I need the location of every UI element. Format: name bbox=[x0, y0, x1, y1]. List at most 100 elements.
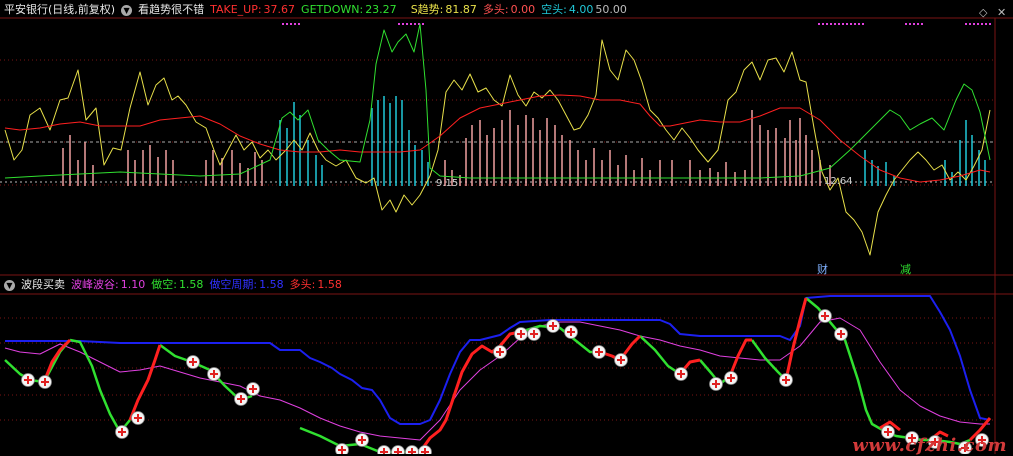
signal-dot bbox=[981, 23, 983, 25]
buy-signal-icon[interactable] bbox=[614, 353, 628, 367]
red-trend-line bbox=[4, 94, 991, 183]
buy-signal-icon[interactable] bbox=[818, 309, 832, 323]
signal-dot bbox=[846, 23, 848, 25]
buy-signal-icon[interactable] bbox=[391, 445, 405, 455]
signal-dot bbox=[410, 23, 412, 25]
buy-signal-icon[interactable] bbox=[405, 445, 419, 455]
close-icon[interactable]: ✕ bbox=[997, 6, 1006, 19]
signal-dot bbox=[858, 23, 860, 25]
buy-signal-icon[interactable] bbox=[418, 445, 432, 455]
s-trend-value: 81.87 bbox=[445, 3, 477, 16]
getdown-label: GETDOWN: bbox=[301, 3, 364, 16]
signal-dot bbox=[830, 23, 832, 25]
buy-signal-icon[interactable] bbox=[186, 355, 200, 369]
signal-dot bbox=[862, 23, 864, 25]
buy-signal-icon[interactable] bbox=[115, 425, 129, 439]
buy-signal-icon[interactable] bbox=[377, 445, 391, 455]
signal-dot bbox=[989, 23, 991, 25]
signal-dot bbox=[965, 23, 967, 25]
buy-signal-icon[interactable] bbox=[38, 375, 52, 389]
signal-dot bbox=[854, 23, 856, 25]
signal-dot bbox=[842, 23, 844, 25]
finance-badge[interactable]: 财 bbox=[817, 261, 828, 277]
signal-dot bbox=[406, 23, 408, 25]
signal-dot bbox=[850, 23, 852, 25]
buy-signal-icon[interactable] bbox=[709, 377, 723, 391]
buy-signal-icon[interactable] bbox=[674, 367, 688, 381]
low-label-right: 12.64 bbox=[824, 176, 853, 187]
buy-signal-icon[interactable] bbox=[564, 325, 578, 339]
buy-signal-icon[interactable] bbox=[246, 382, 260, 396]
buy-signal-icon[interactable] bbox=[355, 433, 369, 447]
indicator-menu-icon[interactable]: ▼ bbox=[121, 4, 133, 16]
signal-dot bbox=[294, 23, 296, 25]
take-up-label: TAKE_UP: bbox=[210, 3, 262, 16]
signal-dot bbox=[422, 23, 424, 25]
long-label: 多头: bbox=[482, 3, 509, 16]
cycle-value: 1.58 bbox=[259, 278, 284, 291]
short-value: 1.58 bbox=[178, 278, 204, 291]
watermark-text: www.cfzhi.com bbox=[852, 435, 1007, 456]
red-wave-leg bbox=[128, 344, 162, 421]
buy-signal-icon[interactable] bbox=[592, 345, 606, 359]
green-wave-leg bbox=[4, 339, 71, 384]
peak-label: 波峰波谷: bbox=[71, 278, 119, 291]
bottom-panel-header: ▼ 波段买卖 波峰波谷: 1.10 做空: 1.58 做空周期: 1.58 多头… bbox=[4, 276, 348, 294]
indicator-name[interactable]: 看趋势很不错 bbox=[138, 1, 204, 19]
buy-signal-icon[interactable] bbox=[724, 371, 738, 385]
signal-dot bbox=[282, 23, 284, 25]
green-wave-leg bbox=[69, 338, 131, 434]
signal-dot bbox=[838, 23, 840, 25]
signal-dot bbox=[905, 23, 907, 25]
buy-signal-icon[interactable] bbox=[207, 367, 221, 381]
buy-signal-icon[interactable] bbox=[527, 327, 541, 341]
signal-dot bbox=[818, 23, 820, 25]
diamond-icon[interactable]: ◇ bbox=[979, 6, 987, 19]
yellow-trend-line bbox=[4, 39, 991, 256]
long-value: 0.00 bbox=[510, 3, 536, 16]
signal-dot bbox=[977, 23, 979, 25]
signal-dot bbox=[917, 23, 919, 25]
blue-channel-line bbox=[5, 295, 991, 425]
long-label: 多头: bbox=[289, 278, 316, 291]
signal-dot bbox=[913, 23, 915, 25]
reduce-badge[interactable]: 减 bbox=[900, 261, 911, 277]
green-trend-line bbox=[4, 23, 991, 179]
long-value: 1.58 bbox=[317, 278, 342, 291]
peak-value: 1.10 bbox=[120, 278, 146, 291]
signal-dot bbox=[921, 23, 923, 25]
signal-dot bbox=[834, 23, 836, 25]
indicator-menu-icon[interactable]: ▼ bbox=[4, 279, 15, 291]
signal-dot bbox=[290, 23, 292, 25]
buy-signal-icon[interactable] bbox=[834, 327, 848, 341]
signal-dot bbox=[826, 23, 828, 25]
buy-signal-icon[interactable] bbox=[21, 373, 35, 387]
buy-signal-icon[interactable] bbox=[493, 345, 507, 359]
buy-signal-icon[interactable] bbox=[779, 373, 793, 387]
buy-signal-icon[interactable] bbox=[546, 319, 560, 333]
indicator-name[interactable]: 波段买卖 bbox=[21, 276, 65, 294]
s-trend-label: S趋势: bbox=[410, 3, 444, 16]
stock-title[interactable]: 平安银行(日线,前复权) bbox=[4, 1, 115, 19]
buy-signal-icon[interactable] bbox=[514, 327, 528, 341]
signal-dot bbox=[402, 23, 404, 25]
signal-dot bbox=[909, 23, 911, 25]
buy-signal-icon[interactable] bbox=[335, 443, 349, 455]
signal-dot bbox=[969, 23, 971, 25]
top-panel-header: 平安银行(日线,前复权) ▼ 看趋势很不错 TAKE_UP: 37.67 GET… bbox=[4, 1, 633, 19]
buy-signal-icon[interactable] bbox=[131, 411, 145, 425]
signal-dot bbox=[985, 23, 987, 25]
buy-signal-icon[interactable] bbox=[234, 392, 248, 406]
signal-dot bbox=[414, 23, 416, 25]
low-label-left: 9.15 bbox=[436, 178, 459, 189]
signal-dot bbox=[286, 23, 288, 25]
extra-value: 50.00 bbox=[595, 3, 627, 16]
getdown-value: 23.27 bbox=[365, 3, 397, 16]
short-label: 空头: bbox=[541, 3, 567, 16]
short-label: 做空: bbox=[151, 278, 177, 291]
signal-dot bbox=[298, 23, 300, 25]
cycle-label: 做空周期: bbox=[209, 278, 258, 291]
signal-dot bbox=[398, 23, 400, 25]
signal-dot bbox=[973, 23, 975, 25]
green-wave-leg bbox=[159, 343, 253, 402]
